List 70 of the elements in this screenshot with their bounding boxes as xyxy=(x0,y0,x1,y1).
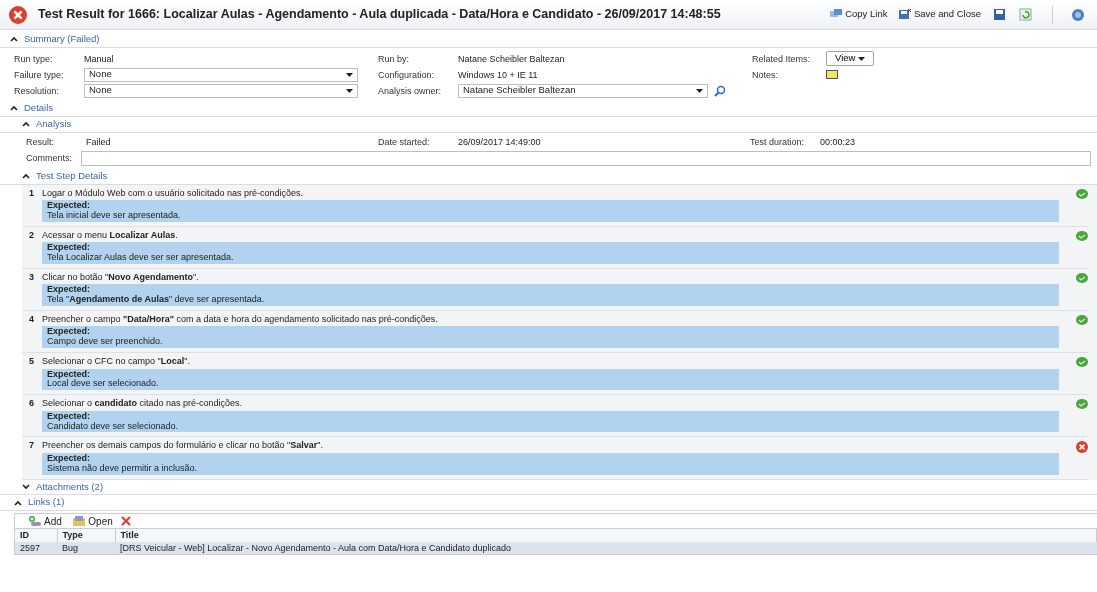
step-number: 3 xyxy=(28,271,35,284)
field-label: Date started: xyxy=(378,136,431,147)
window-title: Test Result for 1666: Localizar Aulas - Agendamento - Aula duplicada - Data/Hora e Candidato - 26/09/2017 14:48:55 xyxy=(38,7,722,22)
field-value: Windows 10 + IE 11 xyxy=(458,69,538,81)
toolbar-button[interactable]: Copy Link xyxy=(826,8,891,21)
column-header[interactable]: Title xyxy=(115,529,1097,542)
step-number: 6 xyxy=(28,398,35,411)
expected-result: Expected: Tela Localizar Aulas deve ser ser apresentada. xyxy=(42,242,1059,264)
section-header[interactable]: Attachments (2) xyxy=(22,481,104,493)
section-header[interactable]: Details xyxy=(10,102,54,114)
step-number: 7 xyxy=(28,440,35,453)
section-header[interactable]: Analysis xyxy=(22,118,72,130)
field-value: Natane Scheibler Baltezan xyxy=(458,53,565,65)
toolbar-button[interactable]: Open xyxy=(69,515,116,528)
step-action: Clicar no botão "Novo Agendamento". xyxy=(42,271,200,283)
field-label: Result: xyxy=(26,136,55,147)
field-value: Failed xyxy=(86,136,112,147)
field-label: Comments: xyxy=(26,153,73,164)
field-value: 00:00:23 xyxy=(820,136,857,147)
caret-icon xyxy=(857,56,865,61)
dropdown[interactable]: Natane Scheibler Baltezan xyxy=(458,83,708,98)
help-icon[interactable] xyxy=(1071,8,1085,21)
step-number: 1 xyxy=(28,187,35,200)
field-label: Analysis owner: xyxy=(378,85,443,97)
step-action: Selecionar o candidato citado nas pré-condições. xyxy=(42,398,244,409)
step-number: 4 xyxy=(28,314,35,327)
section-header[interactable]: Links (1) xyxy=(14,497,65,509)
dropdown[interactable]: None xyxy=(84,83,358,98)
step-action: Preencher o campo "Data/Hora" com a data e hora do agendamento solicitado nas pré-condições. xyxy=(42,314,439,325)
refresh-icon[interactable] xyxy=(1019,8,1033,21)
folder-icon xyxy=(72,515,87,528)
field-value: 26/09/2017 14:49:00 xyxy=(458,136,542,147)
field-label: Test duration: xyxy=(750,136,806,147)
comments-field[interactable] xyxy=(81,150,1091,166)
expected-result: Expected: Tela "Agendamento de Aulas" deve ser apresentada. xyxy=(42,284,1059,307)
delete-icon[interactable] xyxy=(120,515,133,528)
step-number: 5 xyxy=(28,356,35,369)
dropdown-arrow-icon xyxy=(346,88,353,93)
dropdown[interactable]: None xyxy=(84,67,358,82)
field-label: Configuration: xyxy=(378,69,436,81)
field-label: Related Items: xyxy=(752,53,812,65)
expected-result: Expected: Tela inicial deve ser apresentada. xyxy=(42,200,1059,222)
field-label: Run by: xyxy=(378,53,411,65)
section-header[interactable]: Test Step Details xyxy=(22,170,108,182)
save-icon[interactable] xyxy=(992,8,1007,21)
expected-result: Expected: Sistema não deve permitir a inclusão. xyxy=(42,452,1059,475)
toolbar-button[interactable]: Save and Close xyxy=(894,8,984,21)
section-header[interactable]: Summary (Failed) xyxy=(10,34,100,45)
note-icon[interactable] xyxy=(826,70,838,80)
toolbar-button[interactable]: Add xyxy=(25,515,65,528)
step-action: Logar o Módulo Web com o usuário solicitado nas pré-condições. xyxy=(42,187,304,199)
step-action: Selecionar o CFC no campo "Local". xyxy=(42,356,191,367)
expected-result: Expected: Local deve ser selecionado. xyxy=(42,368,1059,391)
step-action: Preencher os demais campos do formulário e clicar no botão "Salvar". xyxy=(42,440,325,451)
field-label: Failure type: xyxy=(14,69,65,81)
step-action: Acessar o menu Localizar Aulas. xyxy=(42,229,179,241)
column-header[interactable]: Type xyxy=(57,529,115,542)
field-label: Run type: xyxy=(14,53,54,65)
field-value: Manual xyxy=(84,53,114,65)
field-label: Notes: xyxy=(752,69,779,81)
field-label: Resolution: xyxy=(14,85,61,97)
dropdown-arrow-icon xyxy=(346,72,353,77)
view-button[interactable]: View xyxy=(826,51,874,67)
step-number: 2 xyxy=(28,229,35,242)
search-icon[interactable] xyxy=(714,84,726,97)
expected-result: Expected: Candidato deve ser selecionado. xyxy=(42,410,1059,433)
expected-result: Expected: Campo deve ser preenchido. xyxy=(42,326,1059,349)
save-close-icon xyxy=(897,8,912,21)
column-header[interactable]: ID xyxy=(15,529,57,542)
dropdown-arrow-icon xyxy=(696,88,703,93)
